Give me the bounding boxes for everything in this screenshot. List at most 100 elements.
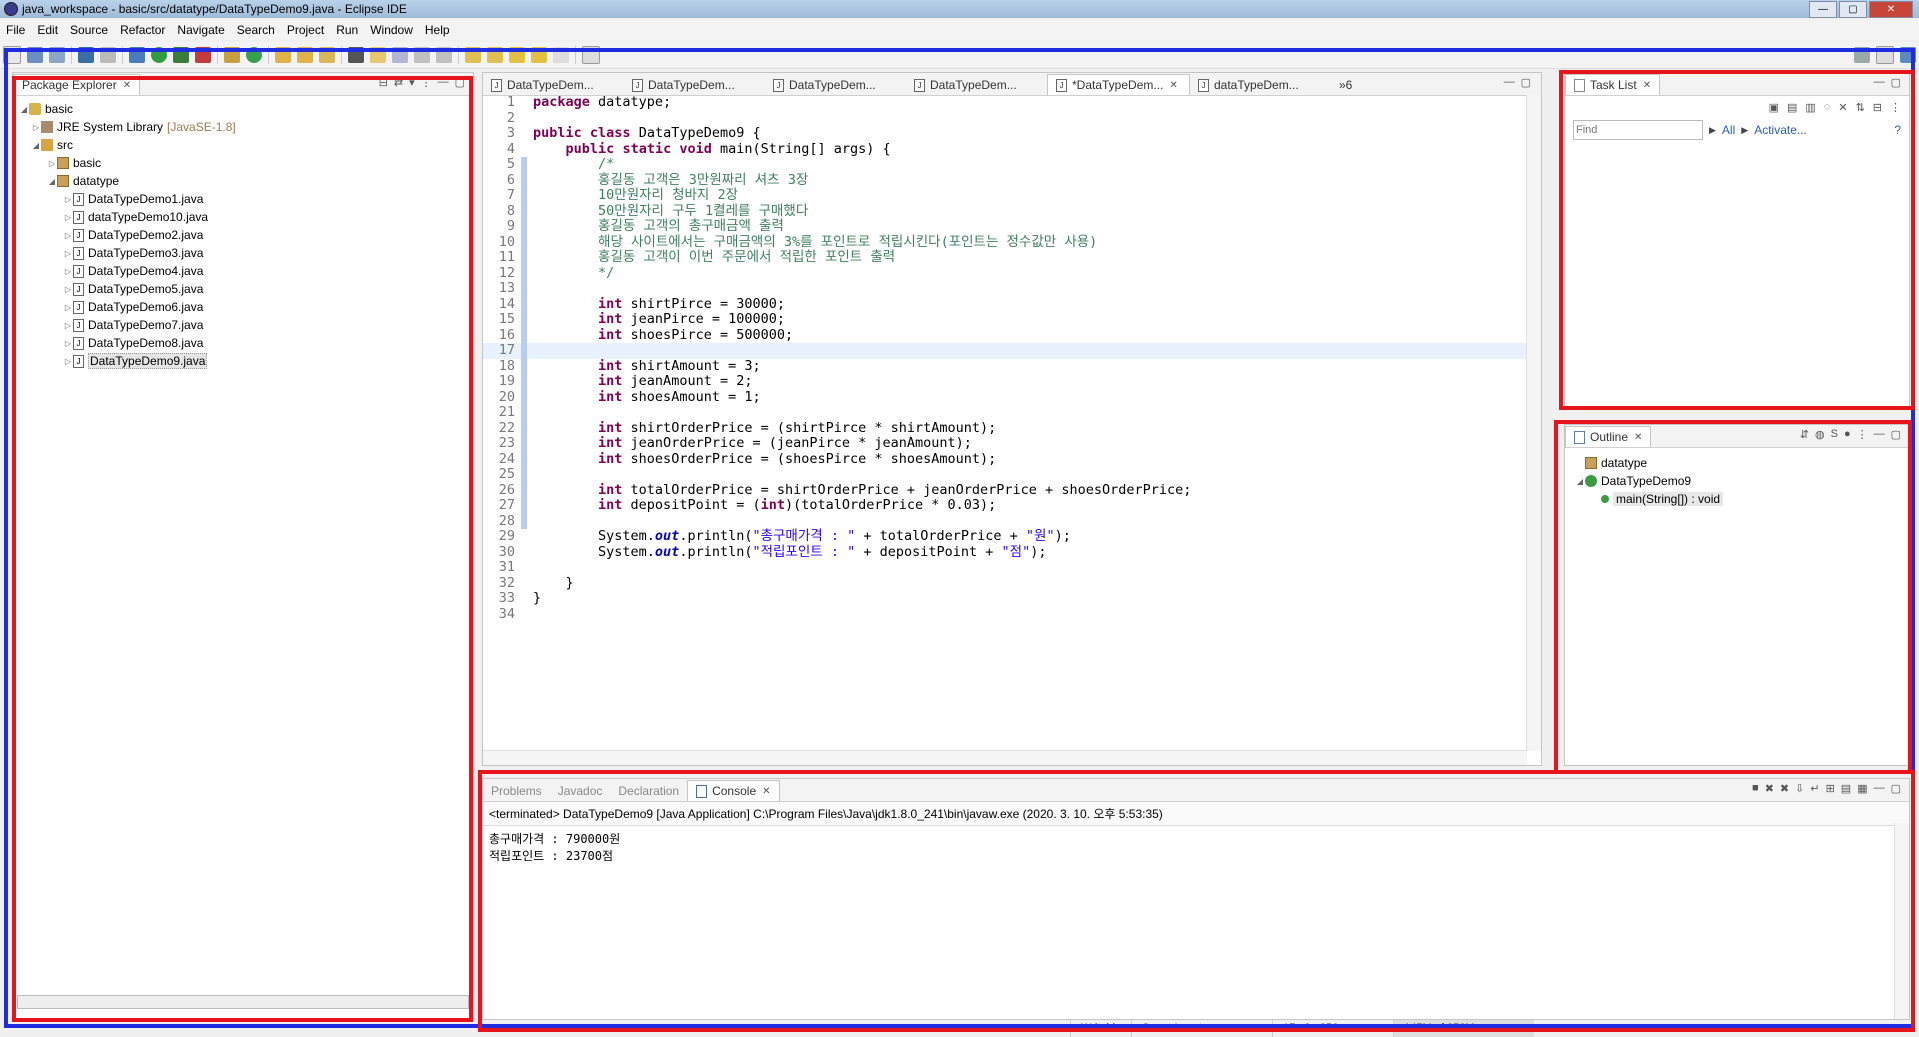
tab-task-list[interactable]: Task List ✕ xyxy=(1565,74,1661,95)
maximize-icon[interactable]: ▢ xyxy=(1891,782,1901,795)
show-whitespace-icon[interactable] xyxy=(414,47,430,63)
status-memory[interactable]: 145M of 256M xyxy=(1393,1020,1535,1037)
activate-link[interactable]: Activate... xyxy=(1754,123,1807,137)
new-icon[interactable] xyxy=(3,46,21,64)
tree-file[interactable]: ▷ J DataTypeDemo6.java xyxy=(19,298,473,316)
code-line[interactable]: 1 package datatype; xyxy=(483,94,1527,111)
horizontal-scrollbar[interactable] xyxy=(483,750,1527,765)
minimize-icon[interactable]: — xyxy=(438,76,449,89)
close-icon[interactable]: ✕ xyxy=(1634,432,1642,443)
display-console-icon[interactable]: ▤ xyxy=(1841,782,1851,795)
code-editor[interactable]: 1 package datatype; 2 3 public class DataTyp… xyxy=(483,94,1527,751)
code-line[interactable]: 8 50만원자리 구두 1켤레를 구매했다 xyxy=(483,203,1527,219)
previous-annotation-icon[interactable] xyxy=(487,47,503,63)
hide-static-icon[interactable]: S xyxy=(1831,428,1838,441)
code-line[interactable]: 33} xyxy=(483,590,1527,607)
menu-search[interactable]: Search xyxy=(231,23,281,37)
filter-icon[interactable]: ▾ xyxy=(409,76,415,89)
menu-run[interactable]: Run xyxy=(330,23,364,37)
view-menu-icon[interactable]: ⋮ xyxy=(421,76,432,89)
code-line[interactable]: 7 10만원자리 청바지 2장 xyxy=(483,187,1527,204)
vertical-scrollbar[interactable] xyxy=(1526,95,1541,751)
minimize-icon[interactable]: — xyxy=(1504,76,1515,89)
close-icon[interactable]: ✕ xyxy=(1643,80,1651,91)
save-all-icon[interactable] xyxy=(49,47,65,63)
code-line[interactable]: 5 /* xyxy=(483,156,1527,173)
editor-tab[interactable]: J DataTypeDem... xyxy=(906,75,1047,95)
minimize-icon[interactable]: — xyxy=(1874,76,1885,89)
close-icon[interactable]: ✕ xyxy=(123,80,131,91)
code-line[interactable]: 20 int shoesAmount = 1; xyxy=(483,389,1527,405)
remove-all-icon[interactable]: ✖ xyxy=(1780,782,1789,795)
code-line[interactable]: 24 int shoesOrderPrice = (shoesPirce * s… xyxy=(483,451,1527,467)
view-menu-icon[interactable]: ⋮ xyxy=(1857,428,1868,441)
tree-file[interactable]: ▷ J DataTypeDemo7.java xyxy=(19,316,473,334)
code-line[interactable]: 25 xyxy=(483,466,1527,483)
maximize-icon[interactable]: ▢ xyxy=(1891,76,1901,89)
pin-console-icon[interactable]: ⊞ xyxy=(1826,782,1835,795)
next-annotation-icon[interactable] xyxy=(465,47,481,63)
minimize-icon[interactable]: — xyxy=(1874,428,1885,441)
code-line[interactable]: 32 } xyxy=(483,575,1527,592)
code-line[interactable]: 23 int jeanOrderPrice = (jeanPirce * jea… xyxy=(483,435,1527,452)
collapse-arrow-icon[interactable]: ◢ xyxy=(47,177,57,186)
tab-declaration[interactable]: Declaration xyxy=(610,781,687,801)
code-line[interactable]: 31 xyxy=(483,559,1527,576)
expand-arrow-icon[interactable]: ▷ xyxy=(63,285,73,294)
code-line[interactable]: 28 xyxy=(483,513,1527,529)
code-line[interactable]: 34 xyxy=(483,606,1527,623)
pen-icon[interactable] xyxy=(348,47,364,63)
expand-arrow-icon[interactable]: ▷ xyxy=(63,213,73,222)
menu-file[interactable]: File xyxy=(0,23,31,37)
open-task-icon[interactable] xyxy=(297,47,313,63)
menu-refactor[interactable]: Refactor xyxy=(114,23,171,37)
link-editor-icon[interactable]: ⇄ xyxy=(394,76,403,89)
vertical-scrollbar[interactable] xyxy=(1894,823,1909,1019)
expand-arrow-icon[interactable]: ▷ xyxy=(31,123,41,132)
forward-icon[interactable] xyxy=(553,47,569,63)
menu-help[interactable]: Help xyxy=(419,23,456,37)
tree-file-selected[interactable]: ▷ J DataTypeDemo9.java xyxy=(19,352,473,370)
tree-file[interactable]: ▷ J DataTypeDemo1.java xyxy=(19,190,473,208)
new-java-project-icon[interactable] xyxy=(224,47,240,63)
code-line[interactable]: 26 int totalOrderPrice = shirtOrderPrice… xyxy=(483,482,1527,498)
code-line[interactable]: 2 xyxy=(483,110,1527,127)
help-icon[interactable]: ? xyxy=(1894,123,1901,137)
code-line[interactable]: 12 */ xyxy=(483,265,1527,281)
code-line[interactable]: 19 int jeanAmount = 2; xyxy=(483,373,1527,390)
block-selection-icon[interactable] xyxy=(392,47,408,63)
expand-arrow-icon[interactable]: ▷ xyxy=(63,357,73,366)
hide-nonpublic-icon[interactable]: ● xyxy=(1844,428,1851,441)
tree-package-datatype[interactable]: ◢ datatype xyxy=(19,172,473,190)
maximize-icon[interactable]: ▢ xyxy=(1891,428,1901,441)
outline-package[interactable]: datatype xyxy=(1575,454,1909,472)
open-console-icon[interactable]: ▦ xyxy=(1857,782,1867,795)
coverage-icon[interactable] xyxy=(173,47,189,63)
editor-tab[interactable]: J DataTypeDem... xyxy=(624,75,765,95)
task-find-input[interactable] xyxy=(1573,120,1703,140)
run-icon[interactable] xyxy=(151,47,167,63)
open-type-icon[interactable] xyxy=(275,47,291,63)
editor-tab[interactable]: JdataTypeDem... xyxy=(1190,75,1331,95)
code-line[interactable]: 4 public static void main(String[] args)… xyxy=(483,141,1527,158)
close-icon[interactable]: ✕ xyxy=(1169,80,1177,91)
tab-console[interactable]: Console ✕ xyxy=(687,780,780,801)
maximize-icon[interactable]: ▢ xyxy=(455,76,465,89)
console-output[interactable]: 총구매가격 : 790000원 적립포인트 : 23700점 xyxy=(483,826,1909,868)
editor-tab-active[interactable]: J *DataTypeDem... ✕ xyxy=(1047,74,1190,95)
terminate-icon[interactable]: ■ xyxy=(1752,782,1759,795)
tree-file[interactable]: ▷ J DataTypeDemo4.java xyxy=(19,262,473,280)
collapse-arrow-icon[interactable]: ◢ xyxy=(19,105,29,114)
code-line[interactable]: 18 int shirtAmount = 3; xyxy=(483,358,1527,374)
code-line[interactable]: 16 int shoesPirce = 500000; xyxy=(483,327,1527,343)
tree-package-basic[interactable]: ▷ basic xyxy=(19,154,473,172)
debug-icon[interactable] xyxy=(129,47,145,63)
maximize-icon[interactable]: ▢ xyxy=(1521,76,1531,89)
open-perspective-icon[interactable] xyxy=(1876,46,1894,64)
collapse-arrow-icon[interactable]: ◢ xyxy=(31,141,41,150)
tree-file[interactable]: ▷ JdataTypeDemo10.java xyxy=(19,208,473,226)
code-line[interactable]: 17 xyxy=(483,342,1527,359)
code-line[interactable]: 15 int jeanPirce = 100000; xyxy=(483,311,1527,328)
remove-launch-icon[interactable]: ✖ xyxy=(1765,782,1774,795)
code-line[interactable]: 11 홍길동 고객이 이번 주문에서 적립한 포인트 출력 xyxy=(483,249,1527,266)
